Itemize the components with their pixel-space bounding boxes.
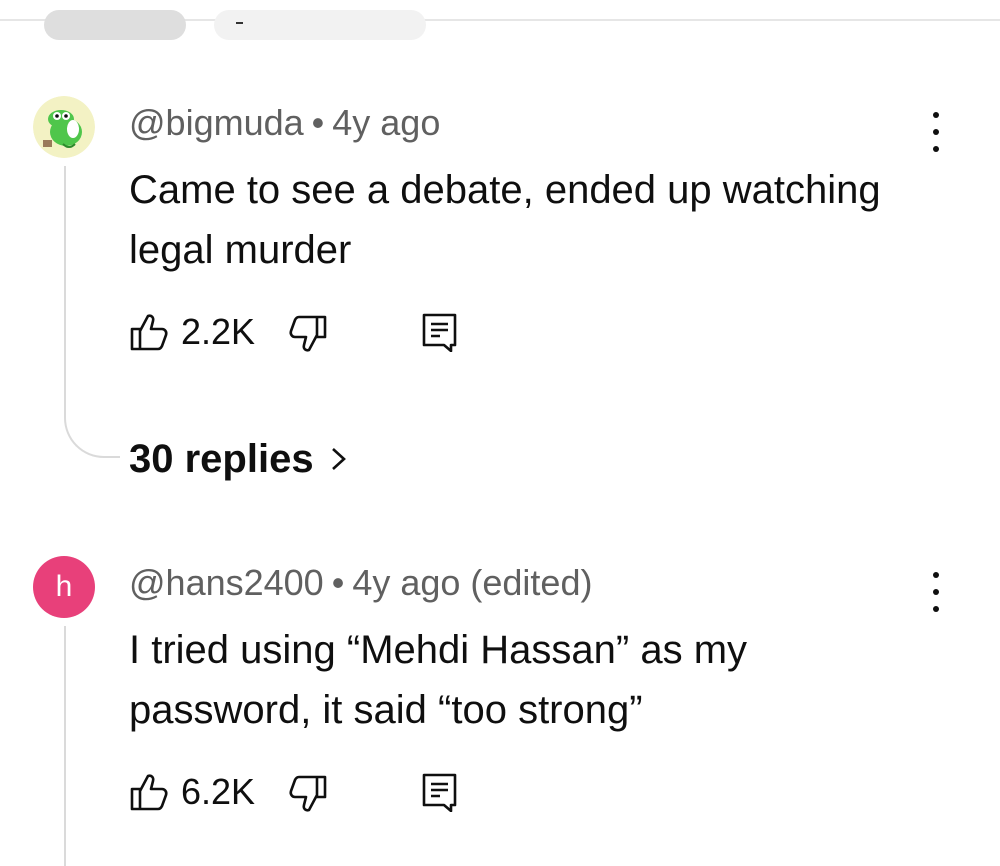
comment-text: Came to see a debate, ended up watching … [129,168,881,272]
chevron-right-icon [331,448,346,470]
dot-icon [933,129,939,135]
comment-age[interactable]: 4y ago (edited) [352,562,592,603]
like-count: 6.2K [181,771,256,812]
meta-separator: • [311,102,325,143]
meta-separator: • [331,562,345,603]
more-options-button[interactable] [922,112,950,152]
avatar[interactable] [33,96,95,158]
thumbs-down-icon[interactable] [288,314,328,354]
reply-icon[interactable] [421,772,459,812]
comment-age[interactable]: 4y ago [332,102,440,143]
view-replies-button[interactable]: 30 replies [129,434,350,484]
filter-chip[interactable] [44,10,186,40]
dot-icon [933,572,939,578]
filter-chip[interactable] [214,10,426,40]
thread-connector [64,346,120,458]
more-options-button[interactable] [922,572,950,612]
comment-meta: @hans2400 • 4y ago (edited) [129,563,592,603]
like-count: 2.2K [181,311,256,352]
thumbs-down-icon[interactable] [288,774,328,814]
comment-actions: 2.2K [129,310,529,354]
frog-avatar-icon [33,96,95,158]
avatar-letter: h [55,570,73,603]
thread-line [64,166,66,348]
thumbs-up-icon[interactable] [129,772,169,812]
reply-icon[interactable] [421,312,459,352]
dot-icon [933,589,939,595]
comment-text: I tried using “Mehdi Hassan” as my passw… [129,628,748,732]
comment-actions: 6.2K [129,770,529,814]
comment-author[interactable]: @hans2400 [129,562,324,603]
comment: h @hans2400 • 4y ago (edited) I tried usin… [0,556,1000,866]
dot-icon [933,112,939,118]
avatar[interactable]: h [33,556,95,618]
comment-author[interactable]: @bigmuda [129,102,304,143]
dot-icon [933,606,939,612]
chip-mark [236,22,243,24]
dot-icon [933,146,939,152]
comment-meta: @bigmuda • 4y ago [129,103,440,143]
comment: @bigmuda • 4y ago Came to see a debate, en… [0,96,1000,496]
thread-line [64,626,66,866]
thumbs-up-icon[interactable] [129,312,169,352]
replies-count: 30 replies [129,436,314,481]
